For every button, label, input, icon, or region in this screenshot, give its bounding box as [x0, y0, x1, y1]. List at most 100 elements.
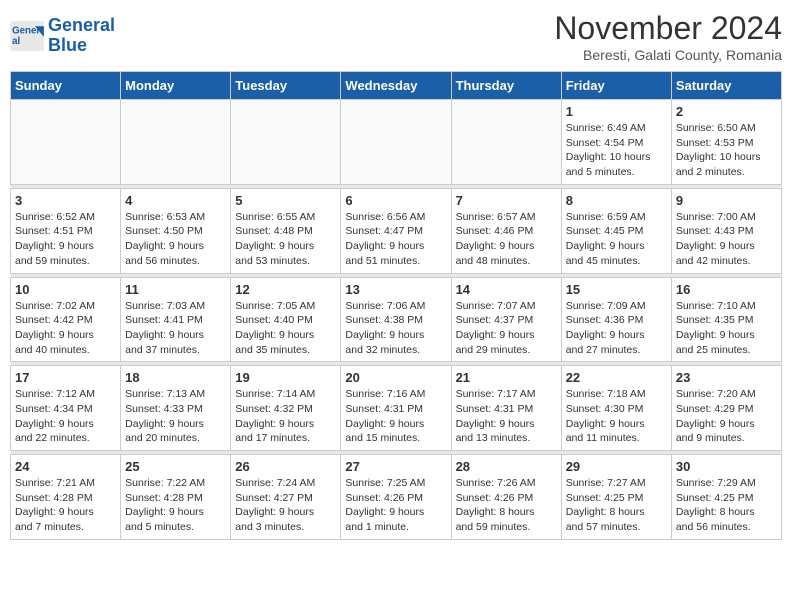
day-number: 7: [456, 193, 557, 208]
day-info: Sunrise: 7:09 AM Sunset: 4:36 PM Dayligh…: [566, 299, 667, 358]
calendar-cell: 28 Sunrise: 7:26 AM Sunset: 4:26 PM Dayli…: [451, 455, 561, 540]
calendar-cell: 11 Sunrise: 7:03 AM Sunset: 4:41 PM Dayli…: [121, 277, 231, 362]
calendar-cell: 16 Sunrise: 7:10 AM Sunset: 4:35 PM Dayli…: [671, 277, 781, 362]
day-number: 10: [15, 282, 116, 297]
day-number: 11: [125, 282, 226, 297]
weekday-header-saturday: Saturday: [671, 72, 781, 100]
day-number: 15: [566, 282, 667, 297]
day-number: 16: [676, 282, 777, 297]
day-number: 17: [15, 370, 116, 385]
day-number: 30: [676, 459, 777, 474]
calendar-cell: 14Sunrise: 7:07 AM Sunset: 4:37 PM Dayli…: [451, 277, 561, 362]
day-number: 24: [15, 459, 116, 474]
day-info: Sunrise: 6:52 AM Sunset: 4:51 PM Dayligh…: [15, 210, 116, 269]
day-info: Sunrise: 7:20 AM Sunset: 4:29 PM Dayligh…: [676, 387, 777, 446]
day-info: Sunrise: 7:21 AM Sunset: 4:28 PM Dayligh…: [15, 476, 116, 535]
day-info: Sunrise: 6:49 AM Sunset: 4:54 PM Dayligh…: [566, 121, 667, 180]
calendar-cell: 20Sunrise: 7:16 AM Sunset: 4:31 PM Dayli…: [341, 366, 451, 451]
calendar-cell: 10 Sunrise: 7:02 AM Sunset: 4:42 PM Dayli…: [11, 277, 121, 362]
day-number: 21: [456, 370, 557, 385]
calendar-cell: 13 Sunrise: 7:06 AM Sunset: 4:38 PM Dayli…: [341, 277, 451, 362]
weekday-header-monday: Monday: [121, 72, 231, 100]
week-row-3: 10 Sunrise: 7:02 AM Sunset: 4:42 PM Dayli…: [11, 277, 782, 362]
title-area: November 2024 Beresti, Galati County, Ro…: [554, 10, 782, 63]
week-row-4: 17 Sunrise: 7:12 AM Sunset: 4:34 PM Dayli…: [11, 366, 782, 451]
day-info: Sunrise: 7:25 AM Sunset: 4:26 PM Dayligh…: [345, 476, 446, 535]
day-info: Sunrise: 7:03 AM Sunset: 4:41 PM Dayligh…: [125, 299, 226, 358]
calendar-cell: 15 Sunrise: 7:09 AM Sunset: 4:36 PM Dayli…: [561, 277, 671, 362]
calendar-cell: 21 Sunrise: 7:17 AM Sunset: 4:31 PM Dayli…: [451, 366, 561, 451]
calendar-cell: [451, 100, 561, 185]
calendar-cell: 1 Sunrise: 6:49 AM Sunset: 4:54 PM Daylig…: [561, 100, 671, 185]
logo-icon: Gener al: [10, 21, 46, 51]
day-info: Sunrise: 7:05 AM Sunset: 4:40 PM Dayligh…: [235, 299, 336, 358]
day-number: 22: [566, 370, 667, 385]
day-number: 14: [456, 282, 557, 297]
day-number: 3: [15, 193, 116, 208]
day-number: 13: [345, 282, 446, 297]
day-number: 5: [235, 193, 336, 208]
week-row-1: 1 Sunrise: 6:49 AM Sunset: 4:54 PM Daylig…: [11, 100, 782, 185]
day-number: 6: [345, 193, 446, 208]
day-number: 25: [125, 459, 226, 474]
calendar-cell: 26 Sunrise: 7:24 AM Sunset: 4:27 PM Dayli…: [231, 455, 341, 540]
day-info: Sunrise: 7:14 AM Sunset: 4:32 PM Dayligh…: [235, 387, 336, 446]
logo-text: General Blue: [48, 16, 115, 56]
day-number: 28: [456, 459, 557, 474]
weekday-header-wednesday: Wednesday: [341, 72, 451, 100]
weekday-header-sunday: Sunday: [11, 72, 121, 100]
weekday-header-thursday: Thursday: [451, 72, 561, 100]
calendar-cell: [121, 100, 231, 185]
calendar-cell: 6Sunrise: 6:56 AM Sunset: 4:47 PM Daylig…: [341, 188, 451, 273]
day-info: Sunrise: 7:02 AM Sunset: 4:42 PM Dayligh…: [15, 299, 116, 358]
calendar-cell: 7 Sunrise: 6:57 AM Sunset: 4:46 PM Daylig…: [451, 188, 561, 273]
calendar-cell: 30 Sunrise: 7:29 AM Sunset: 4:25 PM Dayli…: [671, 455, 781, 540]
calendar-cell: 3 Sunrise: 6:52 AM Sunset: 4:51 PM Daylig…: [11, 188, 121, 273]
day-info: Sunrise: 7:00 AM Sunset: 4:43 PM Dayligh…: [676, 210, 777, 269]
calendar-cell: 29 Sunrise: 7:27 AM Sunset: 4:25 PM Dayli…: [561, 455, 671, 540]
day-number: 29: [566, 459, 667, 474]
day-info: Sunrise: 7:26 AM Sunset: 4:26 PM Dayligh…: [456, 476, 557, 535]
calendar-cell: 27 Sunrise: 7:25 AM Sunset: 4:26 PM Dayli…: [341, 455, 451, 540]
day-info: Sunrise: 7:17 AM Sunset: 4:31 PM Dayligh…: [456, 387, 557, 446]
day-info: Sunrise: 7:22 AM Sunset: 4:28 PM Dayligh…: [125, 476, 226, 535]
day-info: Sunrise: 7:29 AM Sunset: 4:25 PM Dayligh…: [676, 476, 777, 535]
day-number: 23: [676, 370, 777, 385]
calendar-cell: 9 Sunrise: 7:00 AM Sunset: 4:43 PM Daylig…: [671, 188, 781, 273]
day-info: Sunrise: 7:06 AM Sunset: 4:38 PM Dayligh…: [345, 299, 446, 358]
day-info: Sunrise: 6:50 AM Sunset: 4:53 PM Dayligh…: [676, 121, 777, 180]
day-number: 4: [125, 193, 226, 208]
location-subtitle: Beresti, Galati County, Romania: [554, 47, 782, 63]
calendar-cell: 22Sunrise: 7:18 AM Sunset: 4:30 PM Dayli…: [561, 366, 671, 451]
logo: Gener al General Blue: [10, 16, 115, 56]
day-number: 1: [566, 104, 667, 119]
calendar-cell: 23 Sunrise: 7:20 AM Sunset: 4:29 PM Dayli…: [671, 366, 781, 451]
day-info: Sunrise: 7:16 AM Sunset: 4:31 PM Dayligh…: [345, 387, 446, 446]
day-number: 12: [235, 282, 336, 297]
calendar-cell: 17 Sunrise: 7:12 AM Sunset: 4:34 PM Dayli…: [11, 366, 121, 451]
day-number: 27: [345, 459, 446, 474]
day-number: 8: [566, 193, 667, 208]
day-info: Sunrise: 7:10 AM Sunset: 4:35 PM Dayligh…: [676, 299, 777, 358]
day-info: Sunrise: 7:12 AM Sunset: 4:34 PM Dayligh…: [15, 387, 116, 446]
day-info: Sunrise: 6:53 AM Sunset: 4:50 PM Dayligh…: [125, 210, 226, 269]
calendar-cell: 12 Sunrise: 7:05 AM Sunset: 4:40 PM Dayli…: [231, 277, 341, 362]
day-info: Sunrise: 7:27 AM Sunset: 4:25 PM Dayligh…: [566, 476, 667, 535]
calendar-cell: 18Sunrise: 7:13 AM Sunset: 4:33 PM Dayli…: [121, 366, 231, 451]
calendar-table: SundayMondayTuesdayWednesdayThursdayFrid…: [10, 71, 782, 540]
month-title: November 2024: [554, 10, 782, 47]
calendar-cell: 2 Sunrise: 6:50 AM Sunset: 4:53 PM Daylig…: [671, 100, 781, 185]
day-number: 2: [676, 104, 777, 119]
weekday-header-tuesday: Tuesday: [231, 72, 341, 100]
day-info: Sunrise: 6:55 AM Sunset: 4:48 PM Dayligh…: [235, 210, 336, 269]
day-info: Sunrise: 7:13 AM Sunset: 4:33 PM Dayligh…: [125, 387, 226, 446]
weekday-header-friday: Friday: [561, 72, 671, 100]
day-number: 26: [235, 459, 336, 474]
day-number: 9: [676, 193, 777, 208]
week-row-5: 24 Sunrise: 7:21 AM Sunset: 4:28 PM Dayli…: [11, 455, 782, 540]
day-info: Sunrise: 7:24 AM Sunset: 4:27 PM Dayligh…: [235, 476, 336, 535]
calendar-cell: [231, 100, 341, 185]
day-info: Sunrise: 6:57 AM Sunset: 4:46 PM Dayligh…: [456, 210, 557, 269]
day-info: Sunrise: 6:59 AM Sunset: 4:45 PM Dayligh…: [566, 210, 667, 269]
calendar-cell: 5 Sunrise: 6:55 AM Sunset: 4:48 PM Daylig…: [231, 188, 341, 273]
